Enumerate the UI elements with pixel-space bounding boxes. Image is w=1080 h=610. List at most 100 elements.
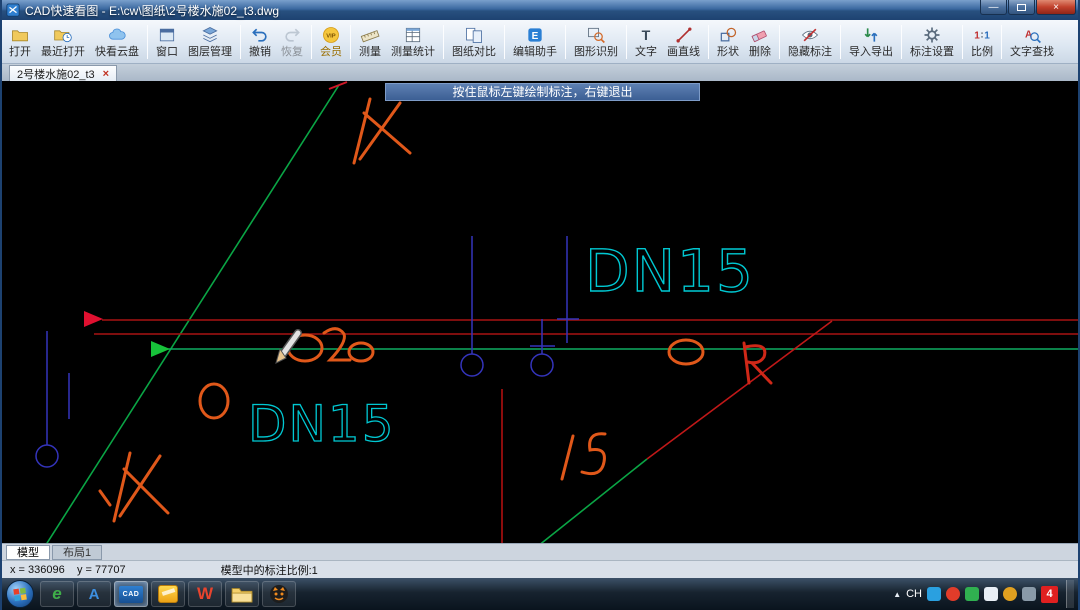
toolbar-window[interactable]: 窗口 xyxy=(151,21,183,63)
app-window: CAD快速看图 - E:\cw\图纸\2号楼水施02_t3.dwg — × 打开… xyxy=(0,0,1080,610)
toolbar-delete-label: 删除 xyxy=(749,46,771,58)
cursor-coordinates: x = 336096 y = 77707 xyxy=(10,563,126,576)
taskbar-app-a[interactable]: A xyxy=(77,581,111,607)
toolbar-drawing-compare[interactable]: 图纸对比 xyxy=(447,21,501,63)
layers-icon xyxy=(200,24,220,45)
tray-expand-icon[interactable]: ▲ xyxy=(893,590,901,599)
toolbar-cloud-drive[interactable]: 快看云盘 xyxy=(90,21,144,63)
minimize-icon: — xyxy=(988,1,999,13)
toolbar-measure-stats[interactable]: 测量统计 xyxy=(386,21,440,63)
open-folder-icon xyxy=(10,24,30,45)
measure-stats-icon xyxy=(403,24,423,45)
sketch-stroke xyxy=(352,97,372,165)
compare-sheets-icon xyxy=(464,24,484,45)
toolbar-layer-manager[interactable]: 图层管理 xyxy=(183,21,237,63)
taskbar-app-viewer[interactable] xyxy=(151,581,185,607)
toolbar-open[interactable]: 打开 xyxy=(4,21,36,63)
toolbar-separator xyxy=(240,25,241,59)
minimize-button[interactable]: — xyxy=(980,0,1007,15)
taskbar-app-explorer[interactable] xyxy=(225,581,259,607)
show-desktop-button[interactable] xyxy=(1066,580,1074,608)
toolbar-separator xyxy=(504,25,505,59)
sheet-tab-model[interactable]: 模型 xyxy=(6,544,50,560)
cad-drawing: DN15 DN15 xyxy=(35,81,1078,543)
toolbar-shape-recognition[interactable]: 图形识别 xyxy=(569,21,623,63)
status-bar: x = 336096 y = 77707 模型中的标注比例:1 xyxy=(2,560,1078,578)
sketch-digit-5 xyxy=(580,432,607,476)
title-bar: CAD快速看图 - E:\cw\图纸\2号楼水施02_t3.dwg — × xyxy=(2,0,1078,20)
cad-app-icon: CAD xyxy=(119,585,143,603)
language-indicator[interactable]: CH xyxy=(906,588,922,600)
notification-badge[interactable]: 4 xyxy=(1041,585,1058,603)
toolbar-shapes-label: 形状 xyxy=(717,46,739,58)
draw-line-icon xyxy=(674,24,694,45)
toolbar-separator xyxy=(779,25,780,59)
drawing-canvas[interactable]: DN15 DN15 按住鼠标左键绘制标注，右键退出 xyxy=(2,81,1078,543)
pipe-label-dn15-bottom: DN15 xyxy=(248,395,396,453)
sketch-circle xyxy=(198,382,230,420)
browser-icon: e xyxy=(52,584,62,603)
toolbar-separator xyxy=(350,25,351,59)
toolbar-recent-open[interactable]: 最近打开 xyxy=(36,21,90,63)
text-search-icon: A xyxy=(1022,24,1042,45)
annotation-scale-note: 模型中的标注比例:1 xyxy=(220,564,318,577)
toolbar-hide-annotation[interactable]: 隐藏标注 xyxy=(783,21,837,63)
toolbar-draw-line-label: 画直线 xyxy=(667,46,700,58)
sketch-circle xyxy=(667,338,705,366)
document-tab[interactable]: 2号楼水施02_t3 × xyxy=(9,65,118,81)
gear-icon xyxy=(922,24,942,45)
close-button[interactable]: × xyxy=(1036,0,1076,15)
taskbar-app-360[interactable] xyxy=(262,581,296,607)
toolbar-measure-label: 测量 xyxy=(359,46,381,58)
toolbar-text[interactable]: T 文字 xyxy=(630,21,662,63)
toolbar-measure-stats-label: 测量统计 xyxy=(391,46,435,58)
toolbar-separator xyxy=(565,25,566,59)
toolbar-annotation-settings[interactable]: 标注设置 xyxy=(905,21,959,63)
svg-text:E: E xyxy=(532,31,539,42)
a-app-icon: A xyxy=(88,585,100,603)
undo-icon xyxy=(250,24,270,45)
tray-icon-gray[interactable] xyxy=(1022,587,1036,601)
tray-icon-red[interactable] xyxy=(946,587,960,601)
main-toolbar: 打开 最近打开 快看云盘 窗口 图层管理 撤销 恢复 VIP 会员 测量 测量统… xyxy=(2,20,1078,64)
tab-close-icon[interactable]: × xyxy=(103,68,109,80)
system-tray: ▲ CH 4 xyxy=(893,580,1074,608)
toolbar-redo[interactable]: 恢复 xyxy=(276,21,308,63)
close-icon: × xyxy=(1053,1,1059,13)
toolbar-shapes[interactable]: 形状 xyxy=(712,21,744,63)
sheet-tab-layout1[interactable]: 布局1 xyxy=(52,544,103,560)
toolbar-delete[interactable]: 删除 xyxy=(744,21,776,63)
window-controls: — × xyxy=(979,0,1076,15)
taskbar-app-wps[interactable]: W xyxy=(188,581,222,607)
toolbar-vip-member-label: 会员 xyxy=(320,46,342,58)
toolbar-cloud-drive-label: 快看云盘 xyxy=(95,46,139,58)
toolbar-draw-line[interactable]: 画直线 xyxy=(662,21,705,63)
toolbar-vip-member[interactable]: VIP 会员 xyxy=(315,21,347,63)
flow-arrow-red xyxy=(84,311,103,327)
app-icon xyxy=(6,3,20,17)
toolbar-text-search-label: 文字查找 xyxy=(1010,46,1054,58)
toolbar-edit-assistant[interactable]: E 编辑助手 xyxy=(508,21,562,63)
toolbar-text-search[interactable]: A 文字查找 xyxy=(1005,21,1059,63)
cat-browser-icon xyxy=(270,585,288,603)
maximize-icon xyxy=(1017,3,1026,11)
tray-icon-orange[interactable] xyxy=(1003,587,1017,601)
taskbar-app-browser[interactable]: e xyxy=(40,581,74,607)
svg-text:1: 1 xyxy=(974,30,980,41)
toolbar-scale[interactable]: 1:1 比例 xyxy=(966,21,998,63)
tray-icon-green[interactable] xyxy=(965,587,979,601)
tray-icon-blue[interactable] xyxy=(927,587,941,601)
start-button[interactable] xyxy=(6,580,34,608)
toolbar-shape-recognition-label: 图形识别 xyxy=(574,46,618,58)
toolbar-undo[interactable]: 撤销 xyxy=(244,21,276,63)
recent-folder-icon xyxy=(53,24,73,45)
document-tab-bar: 2号楼水施02_t3 × xyxy=(2,64,1078,81)
windows-flag-icon xyxy=(13,587,27,602)
toolbar-separator xyxy=(708,25,709,59)
toolbar-hide-annotation-label: 隐藏标注 xyxy=(788,46,832,58)
taskbar-app-cad[interactable]: CAD xyxy=(114,581,148,607)
maximize-button[interactable] xyxy=(1008,0,1035,15)
tray-icon-white[interactable] xyxy=(984,587,998,601)
toolbar-measure[interactable]: 测量 xyxy=(354,21,386,63)
toolbar-import-export[interactable]: 导入导出 xyxy=(844,21,898,63)
